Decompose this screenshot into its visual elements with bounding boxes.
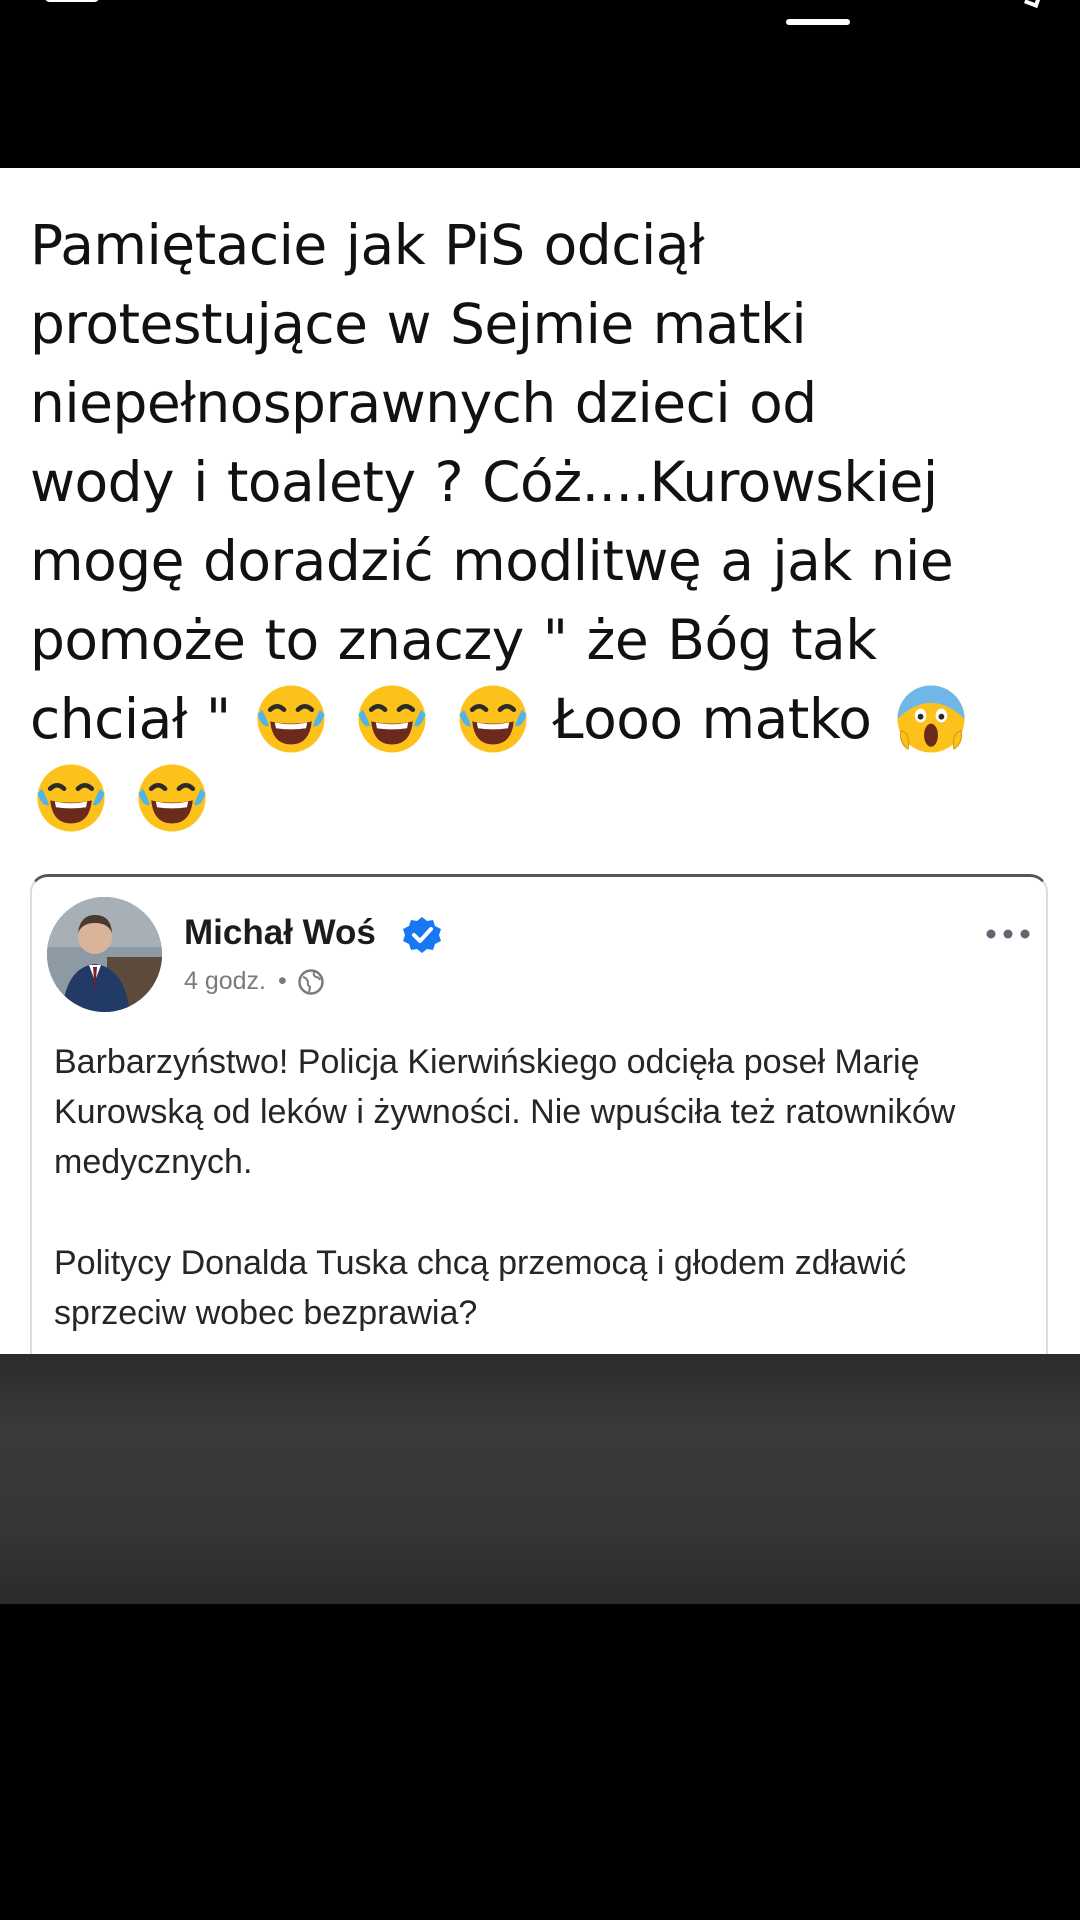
- post-paragraph: Politycy Donalda Tuska chcą przemocą i g…: [54, 1244, 907, 1332]
- status-icon: [44, 0, 100, 2]
- tweet-line: wody i toalety ? Cóż....Kurowskiej: [30, 450, 938, 514]
- menu-dash-icon: [786, 19, 850, 25]
- avatar-photo-icon: [47, 897, 162, 1012]
- chevron-icon: [1024, 0, 1042, 8]
- tweet-line: Łooo matko: [552, 687, 872, 751]
- top-bar: [0, 0, 1080, 168]
- face-with-tears-of-joy-icon: [459, 685, 527, 753]
- author-name[interactable]: Michał Woś: [184, 913, 376, 953]
- globe-icon: [298, 968, 324, 995]
- tweet-text: Pamiętacie jak PiS odciął protestujące w …: [30, 206, 1060, 838]
- face-with-tears-of-joy-icon: [37, 764, 105, 832]
- face-with-tears-of-joy-icon: [358, 685, 426, 753]
- face-with-tears-of-joy-icon: [138, 764, 206, 832]
- post-body: Barbarzyństwo! Policja Kierwińskiego odc…: [54, 1037, 1034, 1354]
- meta-separator: •: [278, 967, 287, 995]
- post-time[interactable]: 4 godz.: [184, 967, 266, 996]
- post-paragraph: Barbarzyństwo! Policja Kierwińskiego odc…: [54, 1043, 956, 1181]
- more-options-icon[interactable]: [984, 927, 1032, 941]
- facebook-post-card: Michał Woś 4 godz. • Barbarzyństwo! Poli…: [30, 874, 1048, 1354]
- tweet-line: Pamiętacie jak PiS odciął: [30, 213, 705, 277]
- post-meta: 4 godz. •: [184, 967, 325, 996]
- face-screaming-in-fear-icon: [897, 685, 965, 753]
- verified-badge-icon: [403, 917, 441, 953]
- tweet-line: pomoże to znaczy " że Bóg tak: [30, 608, 877, 672]
- tweet-line: mogę doradzić modlitwę a jak nie: [30, 529, 954, 593]
- face-with-tears-of-joy-icon: [257, 685, 325, 753]
- tweet-line: chciał ": [30, 687, 231, 751]
- tweet-line: protestujące w Sejmie matki: [30, 292, 807, 356]
- shared-screenshot: Pamiętacie jak PiS odciął protestujące w …: [0, 168, 1080, 1354]
- dark-overlay-panel: [0, 1354, 1080, 1604]
- avatar[interactable]: [47, 897, 162, 1012]
- tweet-line: niepełnosprawnych dzieci od: [30, 371, 817, 435]
